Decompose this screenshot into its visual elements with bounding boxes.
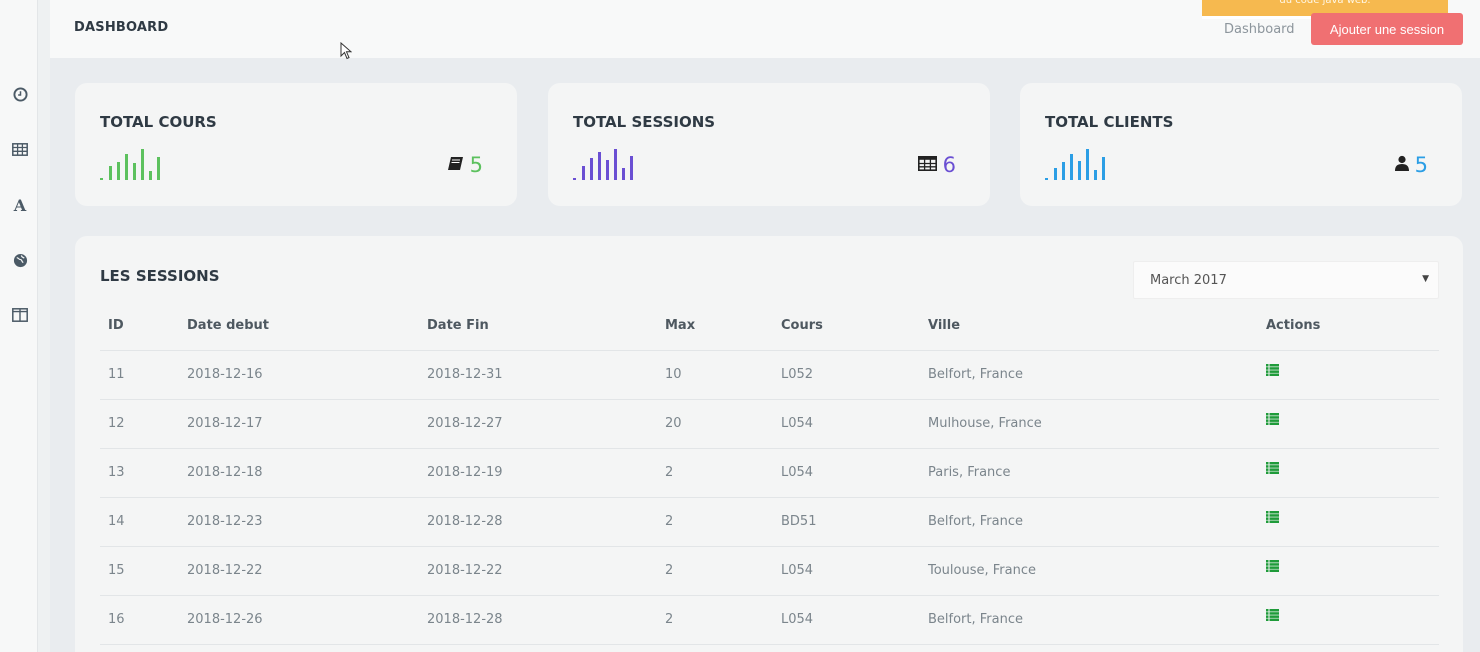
font-icon[interactable]: A: [11, 196, 29, 215]
cell-ville: Belfort, France: [928, 350, 1266, 400]
total-sessions-card: TOTAL SESSIONS 6: [548, 83, 990, 206]
total-clients-title: TOTAL CLIENTS: [1045, 113, 1174, 131]
sessions-table: ID Date debut Date Fin Max Cours Ville A…: [100, 301, 1439, 645]
cell-date-fin: 2018-12-28: [427, 497, 665, 547]
cell-max: 2: [665, 595, 781, 645]
cell-id: 11: [100, 350, 187, 400]
cell-actions: [1266, 448, 1439, 498]
cell-id: 16: [100, 595, 187, 645]
sessions-card: LES SESSIONS March 2017 ▼ ID Date debut …: [75, 236, 1463, 652]
cell-date-fin: 2018-12-22: [427, 546, 665, 596]
cell-date-debut: 2018-12-17: [187, 399, 427, 449]
breadcrumb[interactable]: Dashboard: [1224, 22, 1295, 37]
book-icon: [447, 156, 464, 175]
table-row: 15 2018-12-22 2018-12-22 2 L054 Toulouse…: [100, 546, 1439, 596]
table-row: 11 2018-12-16 2018-12-31 10 L052 Belfort…: [100, 350, 1439, 400]
cell-ville: Belfort, France: [928, 497, 1266, 547]
caret-down-icon: ▼: [1422, 274, 1429, 284]
total-sessions-value: 6: [942, 153, 956, 177]
cell-max: 2: [665, 448, 781, 498]
cell-actions: [1266, 399, 1439, 449]
column-header-actions: Actions: [1266, 301, 1439, 351]
cell-date-debut: 2018-12-18: [187, 448, 427, 498]
cell-cours: L054: [781, 546, 928, 596]
cell-cours: BD51: [781, 497, 928, 547]
cell-date-fin: 2018-12-31: [427, 350, 665, 400]
cell-max: 2: [665, 497, 781, 547]
cell-cours: L052: [781, 350, 928, 400]
table-row: 13 2018-12-18 2018-12-19 2 L054 Paris, F…: [100, 448, 1439, 498]
clients-sparkline: [1045, 149, 1105, 180]
cell-date-debut: 2018-12-23: [187, 497, 427, 547]
column-header-date-fin[interactable]: Date Fin: [427, 301, 665, 351]
add-session-button[interactable]: Ajouter une session: [1311, 13, 1463, 45]
cell-date-fin: 2018-12-27: [427, 399, 665, 449]
total-clients-value-group: 5: [1394, 153, 1428, 177]
column-header-ville[interactable]: Ville: [928, 301, 1266, 351]
cell-max: 20: [665, 399, 781, 449]
total-cours-value-group: 5: [447, 153, 483, 177]
cell-max: 10: [665, 350, 781, 400]
mouse-cursor-icon: [340, 42, 352, 60]
cell-actions: [1266, 350, 1439, 400]
table-row: 16 2018-12-26 2018-12-28 2 L054 Belfort,…: [100, 595, 1439, 645]
cell-date-debut: 2018-12-16: [187, 350, 427, 400]
cell-id: 13: [100, 448, 187, 498]
cell-max: 2: [665, 546, 781, 596]
page-title: DASHBOARD: [74, 20, 169, 35]
column-header-id[interactable]: ID: [100, 301, 187, 351]
cell-actions: [1266, 497, 1439, 547]
sidebar: A: [0, 0, 38, 652]
cell-actions: [1266, 546, 1439, 596]
clock-icon[interactable]: [11, 85, 29, 103]
cell-id: 14: [100, 497, 187, 547]
cell-cours: L054: [781, 399, 928, 449]
total-clients-card: TOTAL CLIENTS 5: [1020, 83, 1462, 206]
cell-date-fin: 2018-12-19: [427, 448, 665, 498]
total-cours-value: 5: [469, 153, 483, 177]
sidebar-shadow: [38, 0, 50, 652]
cell-id: 12: [100, 399, 187, 449]
month-select[interactable]: March 2017 ▼: [1133, 261, 1439, 299]
cell-date-fin: 2018-12-28: [427, 595, 665, 645]
list-icon[interactable]: [1266, 412, 1279, 429]
cell-id: 15: [100, 546, 187, 596]
total-cours-card: TOTAL COURS 5: [75, 83, 517, 206]
list-icon[interactable]: [1266, 559, 1279, 576]
cell-cours: L054: [781, 448, 928, 498]
list-icon[interactable]: [1266, 363, 1279, 380]
table-header-row: ID Date debut Date Fin Max Cours Ville A…: [100, 301, 1439, 351]
total-clients-value: 5: [1414, 153, 1428, 177]
total-sessions-title: TOTAL SESSIONS: [573, 113, 716, 131]
cell-date-debut: 2018-12-26: [187, 595, 427, 645]
cours-sparkline: [100, 149, 160, 180]
total-sessions-value-group: 6: [917, 153, 956, 177]
cell-ville: Mulhouse, France: [928, 399, 1266, 449]
month-select-value: March 2017: [1150, 272, 1227, 288]
cell-ville: Paris, France: [928, 448, 1266, 498]
column-header-cours[interactable]: Cours: [781, 301, 928, 351]
column-header-max[interactable]: Max: [665, 301, 781, 351]
columns-icon[interactable]: [11, 306, 29, 324]
cell-cours: L054: [781, 595, 928, 645]
table-row: 14 2018-12-23 2018-12-28 2 BD51 Belfort,…: [100, 497, 1439, 547]
table-row: 12 2018-12-17 2018-12-27 20 L054 Mulhous…: [100, 399, 1439, 449]
table-icon[interactable]: [11, 140, 29, 158]
cell-ville: Toulouse, France: [928, 546, 1266, 596]
cell-date-debut: 2018-12-22: [187, 546, 427, 596]
cell-ville: Belfort, France: [928, 595, 1266, 645]
globe-icon[interactable]: [11, 251, 29, 269]
top-bar: DASHBOARD du code java web. Dashboard Aj…: [50, 0, 1480, 58]
table-icon: [917, 155, 937, 175]
total-cours-title: TOTAL COURS: [100, 113, 217, 131]
sessions-sparkline: [573, 149, 633, 180]
column-header-date-debut[interactable]: Date debut: [187, 301, 427, 351]
cell-actions: [1266, 595, 1439, 645]
user-icon: [1394, 155, 1409, 175]
list-icon[interactable]: [1266, 608, 1279, 625]
list-icon[interactable]: [1266, 510, 1279, 527]
sessions-title: LES SESSIONS: [100, 267, 220, 285]
list-icon[interactable]: [1266, 461, 1279, 478]
